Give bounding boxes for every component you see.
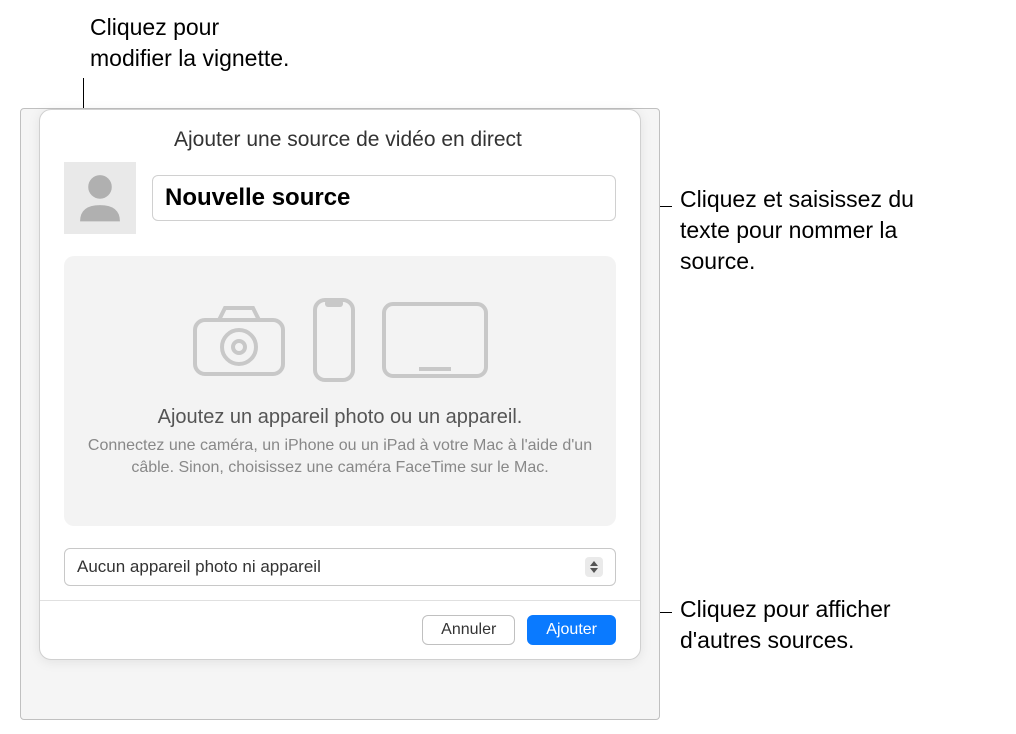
device-area-subtitle: Connectez une caméra, un iPhone ou un iP… xyxy=(84,435,596,480)
thumbnail-button[interactable] xyxy=(64,162,136,234)
source-row xyxy=(40,162,640,248)
annotation-dropdown: Cliquez pour afficher d'autres sources. xyxy=(680,594,891,656)
modal-backdrop: Ajouter une source de vidéo en direct xyxy=(20,108,660,720)
device-dropdown[interactable]: Aucun appareil photo ni appareil xyxy=(64,548,616,586)
modal-footer: Annuler Ajouter xyxy=(40,600,640,659)
source-name-input[interactable] xyxy=(152,175,616,221)
dropdown-selected-label: Aucun appareil photo ni appareil xyxy=(77,557,321,577)
tablet-icon xyxy=(379,299,491,381)
device-icons xyxy=(84,296,596,384)
add-button[interactable]: Ajouter xyxy=(527,615,616,645)
device-area: Ajoutez un appareil photo ou un appareil… xyxy=(64,256,616,526)
cancel-button[interactable]: Annuler xyxy=(422,615,515,645)
camera-icon xyxy=(189,300,289,380)
modal-title: Ajouter une source de vidéo en direct xyxy=(64,128,616,152)
device-area-title: Ajoutez un appareil photo ou un appareil… xyxy=(84,406,596,429)
annotation-thumbnail: Cliquez pour modifier la vignette. xyxy=(90,12,289,74)
modal-header: Ajouter une source de vidéo en direct xyxy=(40,110,640,162)
chevron-up-down-icon xyxy=(585,557,603,577)
phone-icon xyxy=(311,296,357,384)
add-source-modal: Ajouter une source de vidéo en direct xyxy=(39,109,641,660)
person-silhouette-icon xyxy=(71,167,129,230)
annotation-name-field: Cliquez et saisissez du texte pour nomme… xyxy=(680,184,914,277)
